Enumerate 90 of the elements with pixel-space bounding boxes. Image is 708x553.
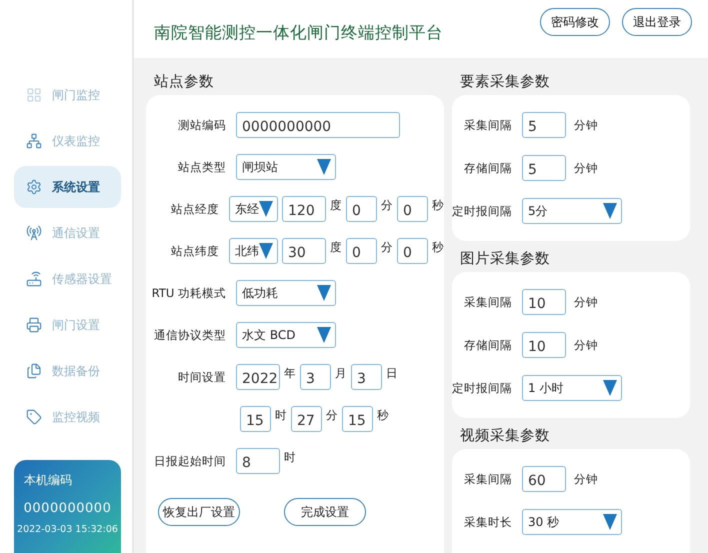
dropdown-arrow-icon [317,327,331,343]
section-title: 站点参数 [154,73,215,91]
unit-label: 月 [335,366,347,381]
unit-label: 时 [284,450,296,465]
section-title: 要素采集参数 [460,73,551,91]
printer-icon [26,317,42,333]
field-label: RTU 功耗模式 [150,286,226,300]
dropdown[interactable]: 北纬 [229,238,278,264]
unit-label: 分钟 [574,118,598,132]
field-label: 存储间隔 [463,338,512,352]
dropdown[interactable]: 1 小时 [522,375,622,401]
field-label: 站点纬度 [170,244,219,258]
tag-icon [26,409,42,425]
field-label: 存储间隔 [463,160,512,176]
router-icon [26,271,42,287]
grid-icon [26,87,42,103]
dropdown-arrow-icon [317,285,331,301]
field-label: 时间设置 [177,370,226,384]
unit-label: 分钟 [574,294,598,310]
input-field[interactable]: 0000000000 [236,112,400,138]
input-field[interactable]: 120 [282,196,326,222]
gear-icon [26,179,42,195]
field-label: 站点类型 [177,160,226,174]
dropdown[interactable]: 闸坝站 [236,154,336,180]
field-label: 站点经度 [170,202,219,216]
field-label: 测站编码 [177,118,226,132]
input-field[interactable]: 27 [291,406,322,432]
field-label: 定时报间隔 [452,380,512,396]
header-button[interactable]: 退出登录 [622,8,692,36]
dropdown[interactable]: 水文 BCD [236,322,336,348]
field-label: 采集间隔 [463,294,512,310]
unit-label: 秒 [432,198,444,213]
input-field[interactable]: 0 [346,238,377,264]
field-label: 采集时长 [463,514,512,530]
input-field[interactable]: 0 [397,196,428,222]
network-icon [26,133,42,149]
field-label: 采集间隔 [463,472,512,486]
unit-label: 分 [326,408,338,423]
field-label: 定时报间隔 [452,204,512,218]
device-datetime: 2022-03-03 15:32:06 [16,524,119,535]
field-label: 日报起始时间 [153,454,226,468]
unit-label: 度 [330,240,342,255]
section-title: 视频采集参数 [460,427,551,445]
input-field[interactable]: 15 [342,406,373,432]
dropdown-arrow-icon [317,159,331,175]
unit-label: 分 [381,198,393,213]
unit-label: 时 [275,408,287,423]
input-field[interactable]: 0 [346,196,377,222]
unit-label: 秒 [377,408,389,423]
field-label: 采集间隔 [463,118,512,132]
action-button[interactable]: 完成设置 [284,498,366,526]
app-title: 南院智能测控一体化闸门终端控制平台 [154,22,444,44]
input-field[interactable]: 2022 [236,364,280,390]
header-button[interactable]: 密码修改 [540,8,610,36]
sidebar-item[interactable]: 系统设置 [14,166,121,208]
dropdown[interactable]: 30 秒 [522,509,622,535]
input-field[interactable]: 10 [522,332,566,358]
radio-tower-icon [26,225,42,241]
files-icon [26,363,42,379]
unit-label: 分 [381,240,393,255]
device-code: 0000000000 [22,501,112,516]
dropdown-arrow-icon [603,514,617,530]
input-field[interactable]: 0 [397,238,428,264]
dropdown[interactable]: 低功耗 [236,280,336,306]
unit-label: 分钟 [574,160,598,176]
dropdown[interactable]: 5分 [522,198,622,224]
field-label: 通信协议类型 [153,328,226,342]
dropdown-arrow-icon [259,201,273,217]
action-button[interactable]: 恢复出厂设置 [158,498,240,526]
dropdown-arrow-icon [603,380,617,396]
device-label: 本机编码 [23,472,73,489]
unit-label: 分钟 [574,338,598,352]
input-field[interactable]: 5 [522,155,566,181]
dropdown-arrow-icon [259,243,273,259]
section-title: 图片采集参数 [460,250,551,268]
input-field[interactable]: 30 [282,238,326,264]
dropdown-arrow-icon [603,203,617,219]
input-field[interactable]: 10 [522,289,566,315]
dropdown[interactable]: 东经 [229,196,278,222]
unit-label: 分钟 [574,472,598,486]
unit-label: 日 [386,366,398,381]
unit-label: 度 [330,198,342,213]
unit-label: 年 [284,366,296,381]
input-field[interactable]: 60 [522,466,566,492]
input-field[interactable]: 8 [236,448,280,474]
unit-label: 秒 [432,240,444,255]
input-field[interactable]: 15 [240,406,271,432]
input-field[interactable]: 3 [300,364,331,390]
input-field[interactable]: 3 [351,364,382,390]
input-field[interactable]: 5 [522,112,566,138]
